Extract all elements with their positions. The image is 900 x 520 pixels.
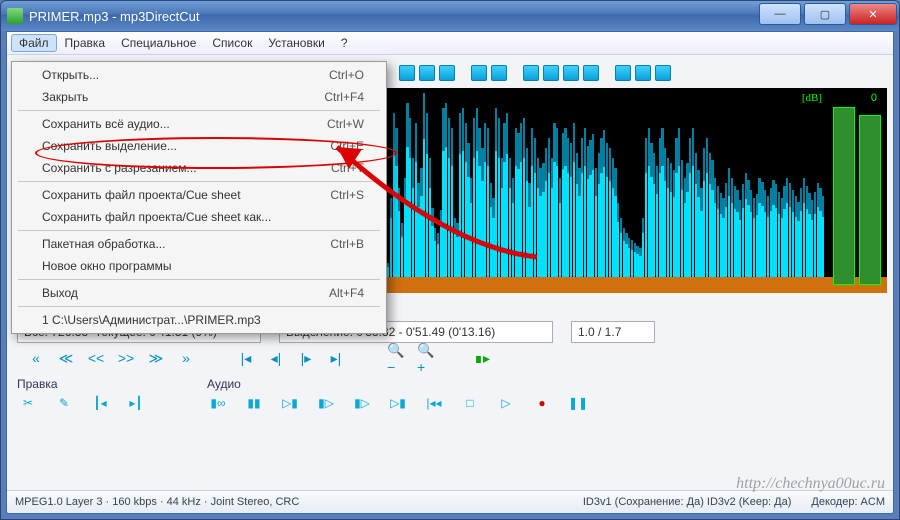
menu-item[interactable]: ВыходAlt+F4 [14, 282, 384, 304]
edit-section: Правка ✂ ✎ ┃◂ ▸┃ [17, 377, 147, 412]
menu-item[interactable]: Сохранить файл проекта/Cue sheet как... [14, 206, 384, 228]
mark-in-icon[interactable]: |◂ [237, 349, 255, 367]
menu-help[interactable]: ? [333, 34, 356, 52]
tool-icon[interactable] [543, 65, 559, 81]
tool-icon[interactable] [583, 65, 599, 81]
nudge-fwd-icon[interactable]: >> [117, 349, 135, 367]
edit-title: Правка [17, 377, 147, 391]
playhead-icon[interactable]: ∎▸ [473, 349, 491, 367]
selection-band [387, 277, 887, 293]
audio-section: Аудио ▮∞ ▮▮ ▷▮ ▮▷ ▮▷ ▷▮ |◂◂ □ ▷ ● ❚❚ [207, 377, 589, 412]
stop-icon[interactable]: □ [459, 394, 481, 412]
right-pane: [dB] 0 -6 -18 -48 [387, 62, 887, 293]
menu-item[interactable]: Сохранить всё аудио...Ctrl+W [14, 113, 384, 135]
status-id3: ID3v1 (Сохранение: Да) ID3v2 (Keep: Да) [583, 496, 792, 508]
tool-icon[interactable] [439, 65, 455, 81]
status-codec: MPEG1.0 Layer 3 · 160 kbps · 44 kHz · Jo… [15, 496, 299, 508]
cut-icon[interactable]: ✂ [17, 394, 39, 412]
minimize-button[interactable]: — [759, 3, 801, 25]
tool-icon[interactable] [471, 65, 487, 81]
pause-icon[interactable]: ❚❚ [567, 394, 589, 412]
window-title: PRIMER.mp3 - mp3DirectCut [29, 9, 199, 24]
tool-icon[interactable] [655, 65, 671, 81]
zoom-out-icon[interactable]: 🔍− [387, 349, 405, 367]
skip-back-icon[interactable]: « [27, 349, 45, 367]
trim-icon[interactable]: ✎ [53, 394, 75, 412]
sel-start-icon[interactable]: ┃◂ [89, 394, 111, 412]
menu-item[interactable]: Сохранить выделение...Ctrl+E [14, 135, 384, 157]
toolbar [387, 62, 887, 84]
client-area: Файл Правка Специальное Список Установки… [6, 31, 894, 514]
tool-icon[interactable] [419, 65, 435, 81]
level-meter [833, 94, 881, 285]
menu-settings[interactable]: Установки [260, 34, 332, 52]
menu-item[interactable]: Новое окно программы [14, 255, 384, 277]
file-menu-dropdown: Открыть...Ctrl+OЗакрытьCtrl+F4 Сохранить … [11, 61, 387, 334]
record-icon[interactable]: ● [531, 394, 553, 412]
play-after-icon[interactable]: ▷▮ [387, 394, 409, 412]
play-sel-icon[interactable]: ▮▮ [243, 394, 265, 412]
status-decoder: Декодер: ACM [811, 496, 885, 508]
next-cut-icon[interactable]: |▸ [297, 349, 315, 367]
tool-icon[interactable] [563, 65, 579, 81]
menu-file[interactable]: Файл [11, 34, 57, 52]
audio-title: Аудио [207, 377, 589, 391]
status-bar: MPEG1.0 Layer 3 · 160 kbps · 44 kHz · Jo… [7, 490, 893, 513]
step-fwd-icon[interactable]: ≫ [147, 349, 165, 367]
menu-item[interactable]: 1 C:\Users\Администрат...\PRIMER.mp3 [14, 309, 384, 331]
play-icon[interactable]: ▷ [495, 394, 517, 412]
maximize-button[interactable]: ▢ [804, 3, 846, 25]
mark-out-icon[interactable]: ▸| [327, 349, 345, 367]
menu-item[interactable]: Сохранить с разрезанием...Ctrl+T [14, 157, 384, 179]
play-from-icon[interactable]: ▷▮ [279, 394, 301, 412]
play-to-icon[interactable]: ▮▷ [315, 394, 337, 412]
skip-fwd-icon[interactable]: » [177, 349, 195, 367]
loop-icon[interactable]: ▮∞ [207, 394, 229, 412]
tool-icon[interactable] [523, 65, 539, 81]
tool-icon[interactable] [635, 65, 651, 81]
menu-item[interactable]: Открыть...Ctrl+O [14, 64, 384, 86]
transport-bar: « ≪ << >> ≫ » |◂ ◂| |▸ ▸| 🔍− 🔍+ ∎▸ [27, 349, 883, 367]
titlebar: PRIMER.mp3 - mp3DirectCut — ▢ ✕ [1, 1, 899, 31]
step-back-icon[interactable]: ≪ [57, 349, 75, 367]
prev-cut-icon[interactable]: ◂| [267, 349, 285, 367]
menu-item[interactable]: Сохранить файл проекта/Cue sheetCtrl+S [14, 184, 384, 206]
close-button[interactable]: ✕ [849, 3, 897, 25]
menu-item[interactable]: Пакетная обработка...Ctrl+B [14, 233, 384, 255]
play-range-icon[interactable]: ▮▷ [351, 394, 373, 412]
nudge-back-icon[interactable]: << [87, 349, 105, 367]
db-header: [dB] [802, 92, 822, 104]
tool-icon[interactable] [399, 65, 415, 81]
menu-edit[interactable]: Правка [57, 34, 114, 52]
menu-item[interactable]: ЗакрытьCtrl+F4 [14, 86, 384, 108]
menu-special[interactable]: Специальное [113, 34, 204, 52]
menu-list[interactable]: Список [204, 34, 260, 52]
menubar: Файл Правка Специальное Список Установки… [7, 32, 893, 55]
zoom-in-icon[interactable]: 🔍+ [417, 349, 435, 367]
tool-icon[interactable] [491, 65, 507, 81]
tool-icon[interactable] [615, 65, 631, 81]
app-icon [7, 8, 23, 24]
nav-zoom-field[interactable]: 1.0 / 1.7 [571, 321, 655, 343]
rewind-icon[interactable]: |◂◂ [423, 394, 445, 412]
waveform-display[interactable]: [dB] 0 -6 -18 -48 [387, 88, 887, 293]
app-window: PRIMER.mp3 - mp3DirectCut — ▢ ✕ Файл Пра… [0, 0, 900, 520]
sel-end-icon[interactable]: ▸┃ [125, 394, 147, 412]
